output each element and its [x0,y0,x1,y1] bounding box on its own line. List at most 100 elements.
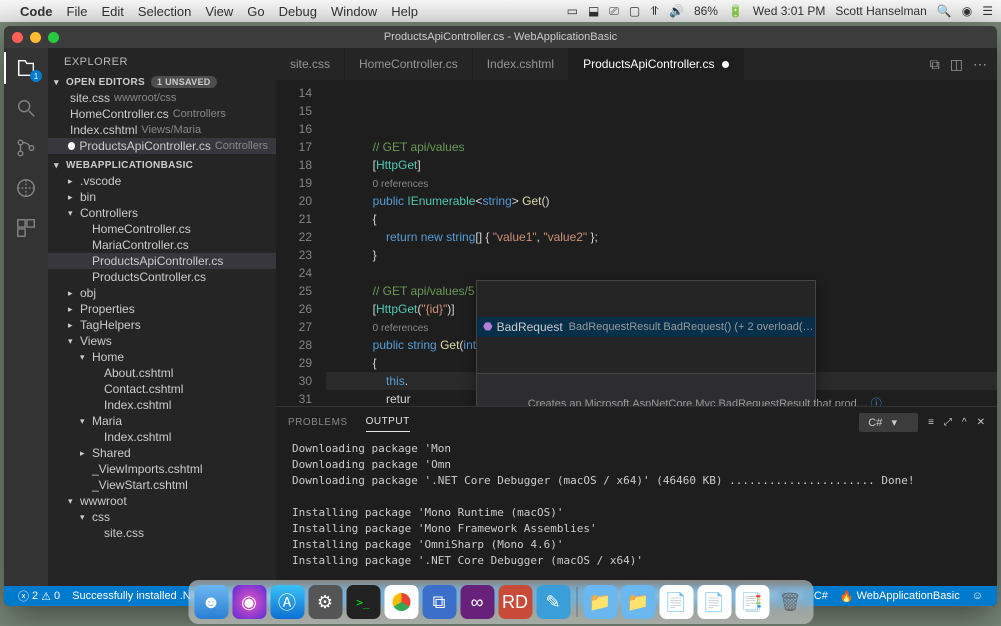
open-log-icon[interactable]: ⤢ [944,417,952,428]
menu-go[interactable]: Go [247,4,264,19]
battery-percent[interactable]: 86% [694,4,718,18]
dock-folder1[interactable]: 📁 [583,585,617,619]
open-editor-item[interactable]: ProductsApiController.csControllers [48,138,276,154]
output-channel-select[interactable]: C# ▾ [859,413,918,432]
dock-app1[interactable]: ✎ [536,585,570,619]
editor-tab[interactable]: ProductsApiController.cs [569,48,744,80]
dock-rider[interactable]: RD [498,585,532,619]
dock-visualstudio[interactable]: ∞ [460,585,494,619]
tree-folder[interactable]: ▸Properties [48,301,276,317]
debug-icon[interactable] [14,176,38,200]
open-editor-item[interactable]: site.csswwwroot/css [48,90,276,106]
dock-doc2[interactable]: 📄 [697,585,731,619]
open-editors-header[interactable]: ▾ OPEN EDITORS 1 UNSAVED [48,74,276,90]
dock-terminal[interactable]: >_ [346,585,380,619]
dock-doc3[interactable]: 📑 [735,585,769,619]
tree-file[interactable]: ProductsController.cs [48,269,276,285]
tree-file[interactable]: About.cshtml [48,365,276,381]
tree-folder[interactable]: ▾css [48,509,276,525]
tree-folder[interactable]: ▾Views [48,333,276,349]
menu-window[interactable]: Window [331,4,377,19]
compare-icon[interactable]: ⧉ [930,56,940,73]
menu-selection[interactable]: Selection [138,4,191,19]
status-feedback-icon[interactable]: ☺ [966,590,989,603]
clear-output-icon[interactable]: ≡ [928,417,934,428]
tree-file[interactable]: _ViewStart.cshtml [48,477,276,493]
volume-icon[interactable]: 🔊 [669,4,684,18]
dock-appstore[interactable]: Ⓐ [270,585,304,619]
editor-tab[interactable]: site.css [276,48,345,80]
app-name[interactable]: Code [20,4,53,19]
tree-folder[interactable]: ▸TagHelpers [48,317,276,333]
maximize-window-button[interactable] [48,32,59,43]
editor-tab[interactable]: HomeController.cs [345,48,473,80]
tree-folder[interactable]: ▸Shared [48,445,276,461]
intellisense-popup[interactable]: ⬣ BadRequest BadRequestResult BadRequest… [476,280,816,406]
code-content[interactable]: // GET api/values [HttpGet] 0 references… [326,80,997,406]
wifi-icon[interactable]: ⥣ [650,4,659,19]
menubar-icon[interactable]: ▭ [567,4,578,18]
split-editor-icon[interactable]: ◫ [950,56,963,73]
open-editor-item[interactable]: HomeController.csControllers [48,106,276,122]
dock-folder2[interactable]: 📁 [621,585,655,619]
tree-file[interactable]: Contact.cshtml [48,381,276,397]
dropbox-icon[interactable]: ⬓ [588,4,599,18]
spotlight-icon[interactable]: 🔍 [937,4,952,18]
explorer-icon[interactable]: 1 [14,56,38,80]
tree-file[interactable]: site.css [48,525,276,541]
user-name[interactable]: Scott Hanselman [835,4,926,18]
dock-siri[interactable]: ◉ [232,585,266,619]
battery-icon[interactable]: 🔋 [728,4,743,18]
datetime[interactable]: Wed 3:01 PM [753,4,825,18]
close-panel-icon[interactable]: ✕ [977,417,985,428]
dock-settings[interactable]: ⚙ [308,585,342,619]
menu-view[interactable]: View [205,4,233,19]
tree-file[interactable]: Index.cshtml [48,397,276,413]
more-actions-icon[interactable]: ⋯ [973,56,987,73]
display-icon[interactable]: ⎚ [609,4,619,19]
editor-body[interactable]: 1415161718192021222324252627282930313233… [276,80,997,406]
dock-vscode[interactable]: ⧉ [422,585,456,619]
tree-file[interactable]: _ViewImports.cshtml [48,461,276,477]
maximize-panel-icon[interactable]: ^ [962,417,967,428]
tree-folder[interactable]: ▾Home [48,349,276,365]
status-project[interactable]: 🔥 WebApplicationBasic [834,590,966,603]
panel-tab-problems[interactable]: PROBLEMS [288,413,348,432]
dock-finder[interactable]: ☻ [194,585,228,619]
tree-file[interactable]: ProductsApiController.cs [48,253,276,269]
vscode-window: ProductsApiController.cs - WebApplicatio… [4,26,997,606]
source-control-icon[interactable] [14,136,38,160]
menu-file[interactable]: File [67,4,88,19]
menu-debug[interactable]: Debug [279,4,317,19]
editor-tab[interactable]: Index.cshtml [473,48,569,80]
tree-file[interactable]: HomeController.cs [48,221,276,237]
line-gutter: 1415161718192021222324252627282930313233 [276,80,326,406]
close-window-button[interactable] [12,32,23,43]
minimize-window-button[interactable] [30,32,41,43]
search-icon[interactable] [14,96,38,120]
siri-icon[interactable]: ◉ [962,4,972,18]
open-editor-item[interactable]: Index.cshtmlViews/Maria [48,122,276,138]
project-header[interactable]: ▾ WEBAPPLICATIONBASIC [48,158,276,173]
dock-chrome[interactable] [384,585,418,619]
extensions-icon[interactable] [14,216,38,240]
intellisense-item-selected[interactable]: ⬣ BadRequest BadRequestResult BadRequest… [477,317,815,337]
dock-trash[interactable]: 🗑 [773,585,807,619]
tree-folder[interactable]: ▾Maria [48,413,276,429]
output-content[interactable]: Downloading package 'Mon Downloading pac… [276,437,997,586]
menu-edit[interactable]: Edit [101,4,123,19]
tree-file[interactable]: Index.cshtml [48,429,276,445]
menu-help[interactable]: Help [391,4,418,19]
tree-folder[interactable]: ▾Controllers [48,205,276,221]
tree-folder[interactable]: ▸bin [48,189,276,205]
tree-file[interactable]: MariaController.cs [48,237,276,253]
airplay-icon[interactable]: ▢ [629,4,640,18]
tree-folder[interactable]: ▸.vscode [48,173,276,189]
dock-doc1[interactable]: 📄 [659,585,693,619]
tree-folder[interactable]: ▾wwwroot [48,493,276,509]
notification-icon[interactable]: ☰ [982,4,993,18]
tree-folder[interactable]: ▸obj [48,285,276,301]
window-title: ProductsApiController.cs - WebApplicatio… [384,31,617,43]
status-errors[interactable]: ⓧ 2 ⚠ 0 [12,588,66,604]
panel-tab-output[interactable]: OUTPUT [366,412,410,432]
